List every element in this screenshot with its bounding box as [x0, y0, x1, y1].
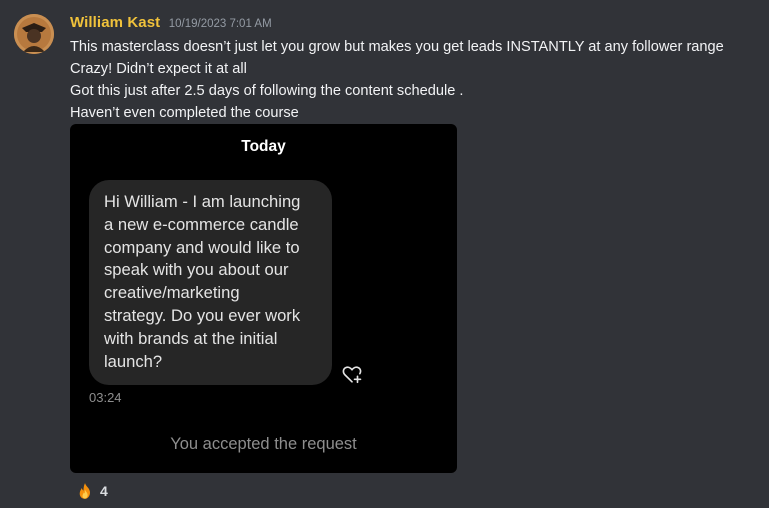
user-avatar-icon: [14, 14, 54, 54]
message-header: William Kast 10/19/2023 7:01 AM: [70, 14, 272, 32]
dm-message-bubble: Hi William - I am launching a new e-comm…: [89, 180, 332, 385]
message-line: This masterclass doesn’t just let you gr…: [70, 39, 724, 55]
reaction-fire[interactable]: 4: [70, 478, 114, 504]
dm-message-time: 03:24: [89, 390, 122, 405]
message-line: Haven’t even completed the course: [70, 105, 299, 121]
image-attachment[interactable]: Today Hi William - I am launching a new …: [70, 124, 457, 473]
fire-icon: [79, 483, 91, 499]
request-status: You accepted the request: [170, 435, 357, 453]
reaction-count: 4: [100, 483, 108, 499]
day-label: Today: [241, 138, 286, 155]
message-content: This masterclass doesn’t just let you gr…: [70, 36, 724, 124]
message-line: Crazy! Didn’t expect it at all: [70, 61, 247, 77]
heart-plus-icon: [342, 366, 362, 384]
message-line: Got this just after 2.5 days of followin…: [70, 83, 464, 99]
username[interactable]: William Kast: [70, 14, 160, 31]
message-timestamp[interactable]: 10/19/2023 7:01 AM: [169, 18, 272, 30]
avatar[interactable]: [14, 14, 54, 54]
